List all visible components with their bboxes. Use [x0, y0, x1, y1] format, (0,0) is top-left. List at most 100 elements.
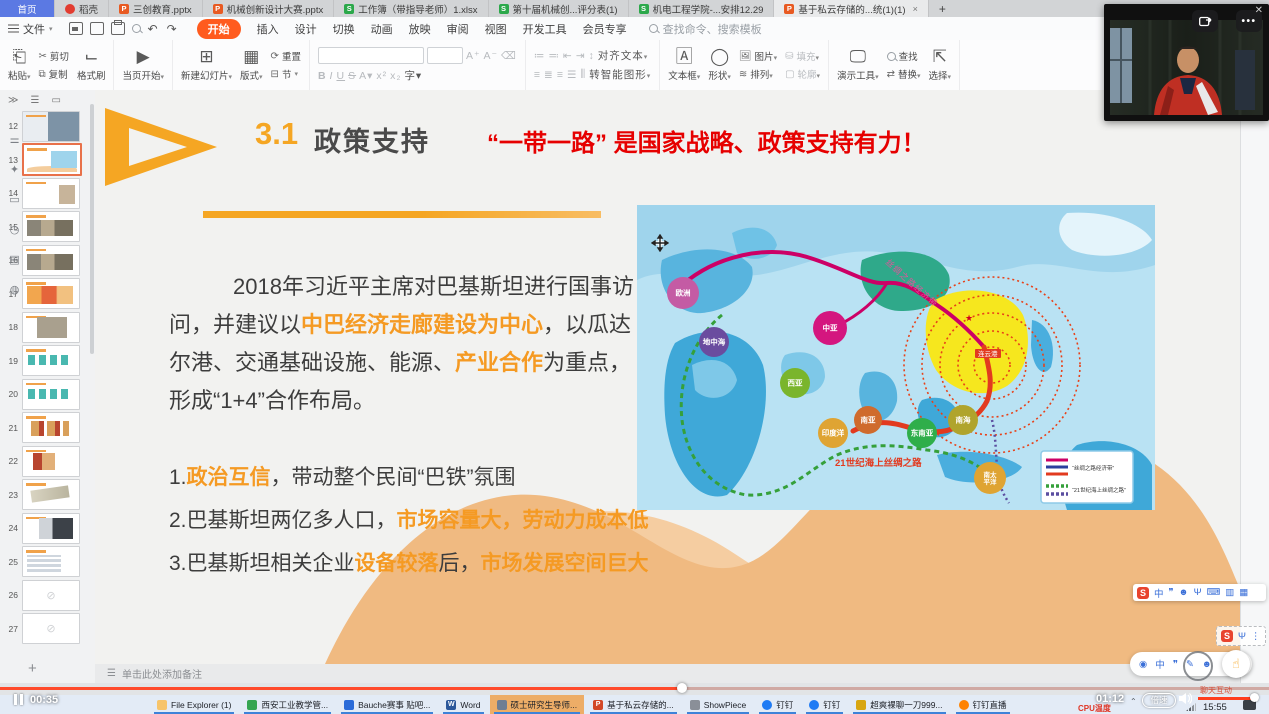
font-name-select[interactable] [318, 47, 424, 64]
redo-icon[interactable]: ↷ [167, 22, 179, 36]
taskbar-item[interactable]: Bauche赛事 贴吧... [337, 695, 437, 714]
slide-thumbnail[interactable]: 21 [2, 413, 95, 443]
find-button[interactable]: 查找 [899, 49, 918, 63]
tray-chevron-icon[interactable]: ⌃ [1130, 697, 1137, 706]
line-spacing-icon[interactable]: ↕ [589, 50, 595, 62]
bold-button[interactable]: B [318, 70, 327, 82]
align-right-icon[interactable]: ≡ [557, 69, 564, 81]
print-icon[interactable] [111, 22, 125, 35]
numbering-icon[interactable]: ≕ [548, 50, 560, 62]
ribbon-tab-会员专享[interactable]: 会员专享 [583, 21, 627, 37]
thumbnail-preview[interactable] [22, 245, 80, 276]
section-button[interactable]: ⊟节▾ [271, 67, 301, 81]
collapse-panel-icon[interactable]: ≫ [8, 95, 18, 106]
slide-view-icon[interactable]: ▭ [51, 95, 60, 106]
select-button[interactable]: ⇱ 选择▾ [929, 48, 952, 82]
like-button[interactable]: ☝ [1222, 650, 1250, 678]
justify-icon[interactable]: ☰ [567, 69, 577, 81]
video-call-window[interactable]: ••• ✕ [1104, 4, 1269, 121]
thumbnail-preview[interactable] [22, 111, 80, 142]
taskbar-item[interactable]: ShowPiece [683, 695, 754, 714]
skin-icon[interactable]: ▥ [1225, 587, 1234, 598]
new-tab-button[interactable]: + [929, 0, 956, 17]
italic-button[interactable]: I [330, 70, 334, 82]
decrease-font-icon[interactable]: A⁻ [484, 50, 499, 62]
ribbon-tab-开始[interactable]: 开始 [197, 19, 241, 39]
ribbon-tab-插入[interactable]: 插入 [257, 21, 279, 37]
beautify-icon[interactable]: ✦ [0, 163, 29, 176]
thumbnail-preview[interactable] [22, 278, 80, 309]
slide-thumbnail[interactable]: 22 [2, 446, 95, 476]
punctuation-icon[interactable]: ❞ [1169, 587, 1174, 598]
picture-button[interactable]: 图片▾ [755, 49, 778, 63]
document-tab[interactable]: S机电工程学院-...安排12.29 [629, 0, 775, 17]
layout-button[interactable]: ▦ 版式▾ [240, 48, 263, 82]
taskbar-item[interactable]: 西安工业教学管... [240, 695, 335, 714]
underline-button[interactable]: U [336, 70, 345, 82]
file-menu-button[interactable]: 文件 ▾ [0, 21, 61, 37]
outline-button[interactable]: 轮廓▾ [798, 67, 821, 81]
thumbnail-preview[interactable]: ⊘ [22, 613, 80, 644]
subscript-button[interactable]: x₂ [390, 70, 401, 82]
align-center-icon[interactable]: ≣ [544, 69, 554, 81]
font-color-button[interactable]: A▾ [359, 70, 373, 82]
pause-button[interactable] [14, 694, 23, 705]
cut-button[interactable]: ✂剪切 [39, 49, 69, 63]
save-icon[interactable] [69, 22, 83, 35]
indent-icon[interactable]: ⇥ [576, 50, 586, 62]
thumbnail-preview[interactable] [22, 345, 80, 376]
columns-icon[interactable]: ⫼ [580, 68, 586, 81]
thumbnail-preview[interactable]: ⊘ [22, 580, 80, 611]
highlight-button[interactable]: 字▾ [404, 68, 422, 83]
video-progress-handle[interactable] [677, 683, 687, 693]
format-painter-button[interactable]: ⌙ 格式刷 [77, 48, 106, 82]
thumbnail-preview[interactable] [22, 211, 80, 242]
ribbon-tab-开发工具[interactable]: 开发工具 [523, 21, 567, 37]
sogou-voice-mini-bar[interactable]: S Ψ ⋮ [1216, 626, 1266, 646]
volume-icon[interactable] [1178, 692, 1192, 705]
document-tab[interactable]: P三创教育.pptx [109, 0, 203, 17]
more-dots-icon[interactable]: ⋮ [1251, 631, 1261, 642]
align-left-icon[interactable]: ≡ [534, 69, 541, 81]
volume-slider[interactable] [1198, 697, 1254, 700]
animation-pane-icon[interactable]: ▭ [0, 193, 29, 206]
slide-thumbnail[interactable]: 20 [2, 379, 95, 409]
share-screen-button[interactable] [1192, 10, 1218, 32]
thumbnail-preview[interactable] [22, 178, 80, 209]
slide-thumbnail[interactable]: 26⊘ [2, 580, 95, 610]
keyboard-icon[interactable]: ⌨ [1207, 587, 1221, 598]
slide-thumbnail[interactable]: 24 [2, 513, 95, 543]
document-tab[interactable]: 稻壳 [55, 0, 109, 17]
document-tab[interactable]: S第十届机械创...评分表(1) [489, 0, 629, 17]
close-tab-icon[interactable]: × [913, 4, 918, 14]
notes-bar[interactable]: ☰ 单击此处添加备注 [95, 664, 1240, 683]
superscript-button[interactable]: x² [376, 70, 387, 82]
taskbar-item[interactable]: 钉钉 [755, 695, 800, 714]
output-icon[interactable] [90, 22, 104, 35]
slide-canvas[interactable]: 3.1 政策支持 “一带一路” 是国家战略、政策支持有力！ 2018年习近平主席… [95, 90, 1240, 664]
textbox-button[interactable]: 🄰 文本框▾ [668, 48, 700, 82]
thumbnail-preview[interactable] [22, 546, 80, 577]
system-clock[interactable]: 15:55 [1203, 702, 1227, 713]
increase-font-icon[interactable]: A⁺ [466, 50, 481, 62]
shapes-button[interactable]: ◯ 形状▾ [708, 48, 731, 82]
thumbnail-preview[interactable] [22, 412, 80, 443]
taskbar-item[interactable]: 钉钉 [802, 695, 847, 714]
punctuation-icon[interactable]: ❞ [1173, 659, 1178, 670]
material-box-icon[interactable]: ▤ [0, 253, 29, 266]
paste-button[interactable]: ⎗ 粘贴▾ [8, 48, 31, 82]
video-progress-played[interactable] [0, 687, 683, 690]
slide-thumbnail[interactable]: 27⊘ [2, 614, 95, 644]
smartart-button[interactable]: 转智能图形▾ [589, 67, 651, 82]
undo-icon[interactable]: ↶ [148, 22, 160, 36]
outline-view-icon[interactable]: ☰ [30, 95, 39, 106]
taskbar-item[interactable]: 硕士研究生导师... [490, 695, 585, 714]
replace-button[interactable]: 替换▾ [898, 67, 921, 81]
thumbnail-preview[interactable] [22, 143, 82, 176]
globe-icon[interactable]: ◍ [0, 283, 29, 296]
reset-button[interactable]: ⟳重置 [271, 49, 301, 63]
present-tools-button[interactable]: 🖵 演示工具▾ [837, 48, 879, 82]
taskbar-item[interactable]: File Explorer (1) [150, 695, 238, 714]
ribbon-tab-审阅[interactable]: 审阅 [447, 21, 469, 37]
mic-icon[interactable]: Ψ [1194, 587, 1202, 598]
